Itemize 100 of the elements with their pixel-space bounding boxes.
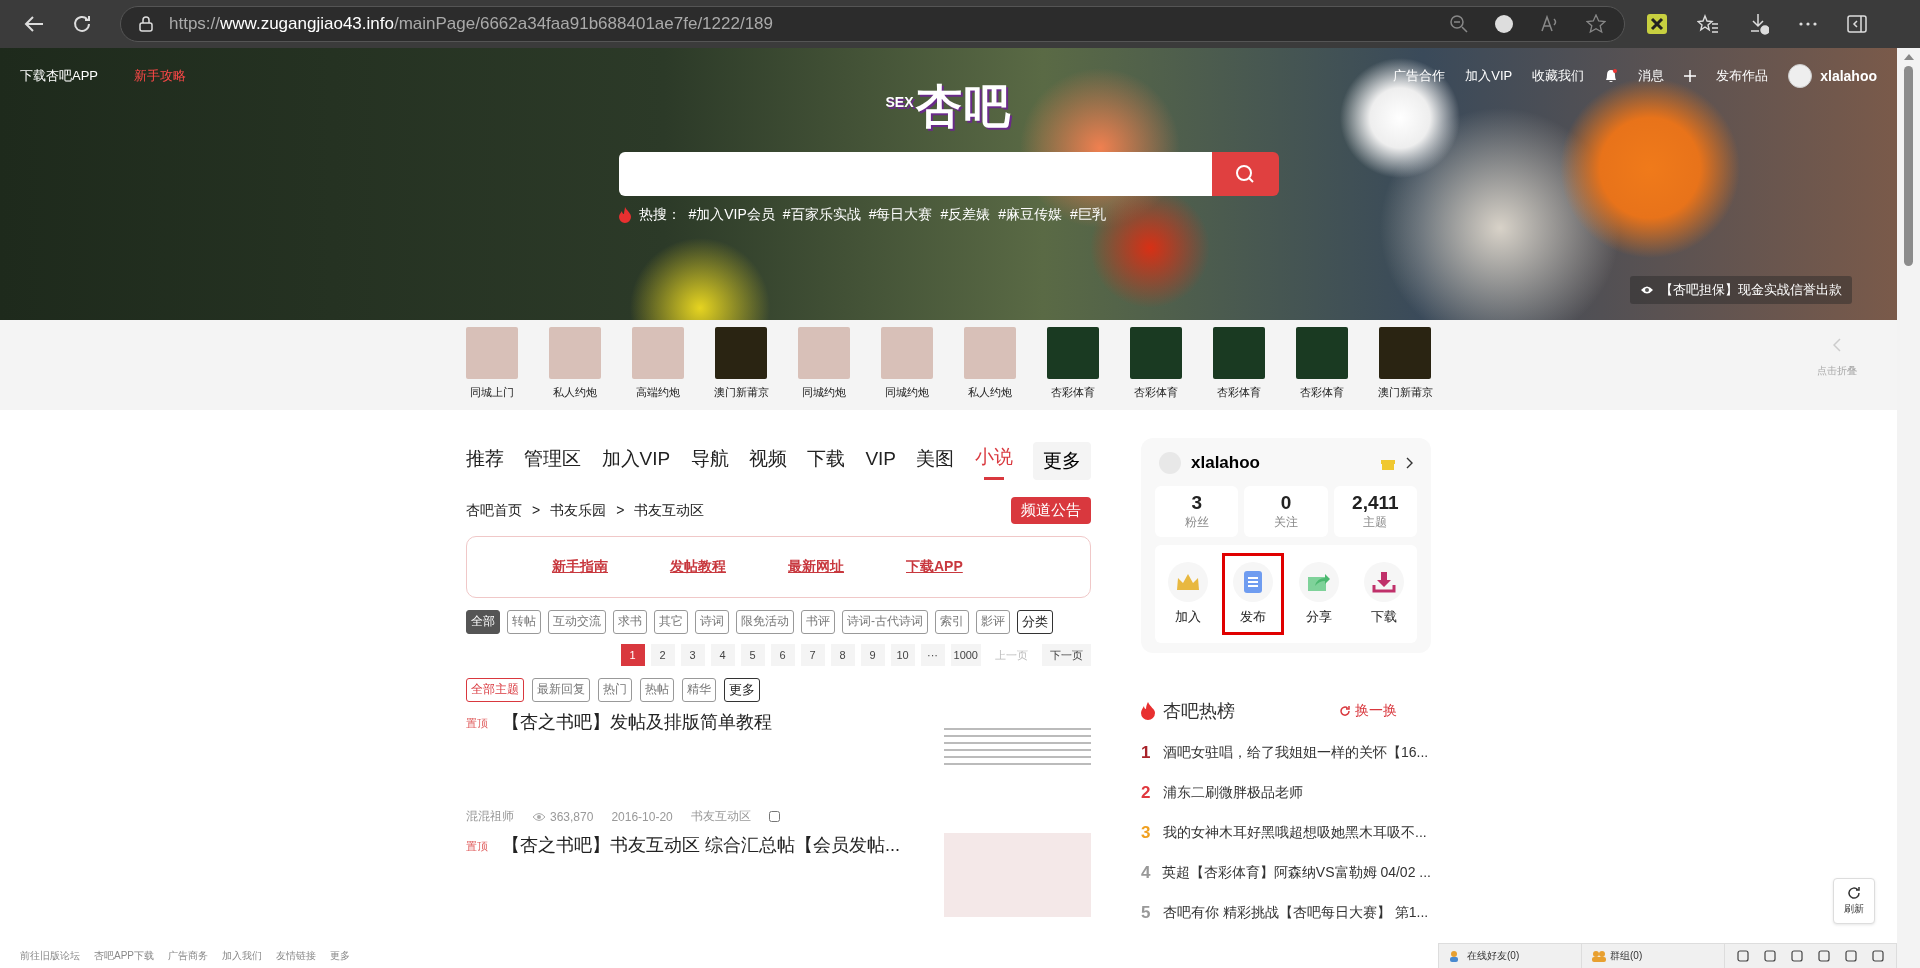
ad-label[interactable]: 杏彩体育 [1300,385,1344,400]
chat-tab[interactable]: 在线好友(0) [1467,949,1520,963]
action-button[interactable]: 发布 [1222,553,1285,635]
category-tag[interactable]: 诗词-古代诗词 [842,610,928,634]
ad-label[interactable]: 杏彩体育 [1051,385,1095,400]
sort-tab[interactable]: 精华 [682,678,716,702]
channel-tab[interactable]: 加入VIP [601,439,671,482]
banner-notice[interactable]: 【杏吧担保】现金实战信誉出款 [1630,276,1852,304]
breadcrumb-link[interactable]: 杏吧首页 [466,501,522,520]
sort-tab[interactable]: 热门 [598,678,632,702]
hot-search-tag[interactable]: #百家乐实战 [782,206,861,224]
action-button[interactable]: 加入 [1156,553,1219,635]
page-link[interactable]: 8 [830,644,855,666]
page-link[interactable]: 5 [740,644,765,666]
stat-tile[interactable]: 0 关注 [1244,486,1328,537]
ad-photo-placeholder[interactable] [1130,327,1182,379]
ad-photo-placeholder[interactable] [798,327,850,379]
nav-link[interactable]: 新手攻略 [134,67,186,85]
page-link[interactable]: 3 [680,644,705,666]
ad-label[interactable]: 同城约炮 [885,385,929,400]
chat-tab[interactable]: 群组(0) [1610,949,1643,963]
channel-tab[interactable]: 视频 [748,439,787,482]
username[interactable]: xlalahoo [1820,68,1877,84]
ad-label[interactable]: 私人约炮 [553,385,597,400]
action-button[interactable]: 下载 [1353,553,1416,635]
channel-tab[interactable]: 下载 [807,439,846,482]
avatar[interactable] [1788,64,1813,88]
category-tag[interactable]: 全部 [466,610,500,634]
channel-tab[interactable]: 美图 [916,439,955,482]
category-tag[interactable]: 限免活动 [736,610,794,634]
channel-tab[interactable]: 推荐 [466,439,504,482]
hot-search-tag[interactable]: #麻豆传媒 [998,206,1063,224]
select-checkbox[interactable] [768,811,780,822]
hot-post-link[interactable]: 杏吧有你 精彩挑战【杏吧每日大赛】 第1... [1163,904,1429,922]
page-link[interactable]: 7 [800,644,825,666]
search-field[interactable] [618,152,1212,196]
hot-post-link[interactable]: 我的女神木耳好黑哦超想吸她黑木耳吸不... [1163,824,1427,842]
category-tag[interactable]: 书评 [801,610,835,634]
ad-photo-placeholder[interactable] [549,327,601,379]
ad-photo-placeholder[interactable] [1379,327,1431,379]
stat-tile[interactable]: 3 粉丝 [1155,486,1239,537]
quick-link[interactable]: 新手指南 [552,558,608,576]
ad-photo-placeholder[interactable] [715,327,767,379]
sort-tab[interactable]: 全部主题 [466,678,524,702]
channel-tab[interactable]: VIP [865,441,897,480]
ad-photo-placeholder[interactable] [881,327,933,379]
sort-tab[interactable]: 热帖 [640,678,674,702]
footer-link[interactable]: 更多 [330,949,350,963]
quick-link[interactable]: 下载APP [906,558,963,576]
page-link[interactable]: 4 [710,644,735,666]
refresh-button[interactable]: 刷新 [1833,878,1875,924]
ad-label[interactable]: 高端约炮 [636,385,680,400]
shuffle-link[interactable]: 换一换 [1339,702,1397,720]
ad-label[interactable]: 杏彩体育 [1134,385,1178,400]
nav-link[interactable]: 消息 [1638,67,1665,85]
post-title[interactable]: 【杏之书吧】书友互动区 综合汇总帖【会员发帖... [502,833,900,857]
breadcrumb-link[interactable]: 书友乐园 [550,501,607,520]
ad-photo-placeholder[interactable] [1213,327,1265,379]
hot-post-link[interactable]: 酒吧女驻唱，给了我姐姐一样的关怀【16... [1163,744,1429,762]
quick-link[interactable]: 发帖教程 [670,558,726,576]
sort-tab[interactable]: 最新回复 [532,678,590,702]
page-link[interactable]: ··· [920,644,945,666]
more-button[interactable]: 更多 [1032,441,1091,480]
footer-link[interactable]: 杏吧APP下载 [94,949,154,963]
nav-link[interactable]: 下载杏吧APP [20,67,98,85]
channel-tab[interactable]: 管理区 [524,439,582,482]
page-link[interactable]: 1 [620,644,645,666]
quick-link[interactable]: 最新网址 [788,558,844,576]
ad-label[interactable]: 私人约炮 [968,385,1012,400]
ad-label[interactable]: 杏彩体育 [1217,385,1261,400]
category-tag[interactable]: 求书 [613,610,647,634]
hot-search-tag[interactable]: #巨乳 [1070,206,1106,224]
page-link[interactable]: 1000 [950,644,981,666]
ad-label[interactable]: 澳门新莆京 [713,385,769,400]
footer-link[interactable]: 前往旧版论坛 [20,949,80,963]
post-title[interactable]: 【杏之书吧】发帖及排版简单教程 [502,710,772,734]
profile-username[interactable]: xlalahoo [1191,453,1370,473]
page-link[interactable]: 10 [890,644,915,666]
page-link[interactable]: 9 [860,644,885,666]
nav-link[interactable]: 加入VIP [1465,67,1513,85]
hot-post-link[interactable]: 浦东二刷微胖极品老师 [1163,784,1303,802]
ad-label[interactable]: 同城上门 [470,385,514,400]
category-tag[interactable]: 互动交流 [548,610,606,634]
footer-link[interactable]: 广告商务 [168,949,208,963]
ad-photo-placeholder[interactable] [964,327,1016,379]
category-tag[interactable]: 影评 [976,610,1010,634]
ad-label[interactable]: 同城约炮 [802,385,846,400]
hot-search-tag[interactable]: #每日大赛 [868,206,933,224]
more-button[interactable]: 更多 [724,678,760,702]
channel-tab[interactable]: 导航 [690,439,729,482]
footer-link[interactable]: 加入我们 [222,949,262,963]
nav-link[interactable]: 发布作品 [1716,67,1769,85]
address-bar[interactable]: https://www.zugangjiao43.info/mainPage/6662a34faa91b688401ae7fe/1222/189 [120,6,1625,42]
hot-post-link[interactable]: 英超【杏彩体育】阿森纳VS富勒姆 04/02 ... [1161,864,1431,882]
category-tag[interactable]: 转帖 [507,610,541,634]
ad-photo-placeholder[interactable] [466,327,518,379]
scrollbar-thumb[interactable] [1904,66,1913,266]
page-link[interactable]: 2 [650,644,675,666]
channel-notice-button[interactable]: 频道公告 [1011,497,1091,524]
breadcrumb-link[interactable]: 书友互动区 [634,501,705,520]
